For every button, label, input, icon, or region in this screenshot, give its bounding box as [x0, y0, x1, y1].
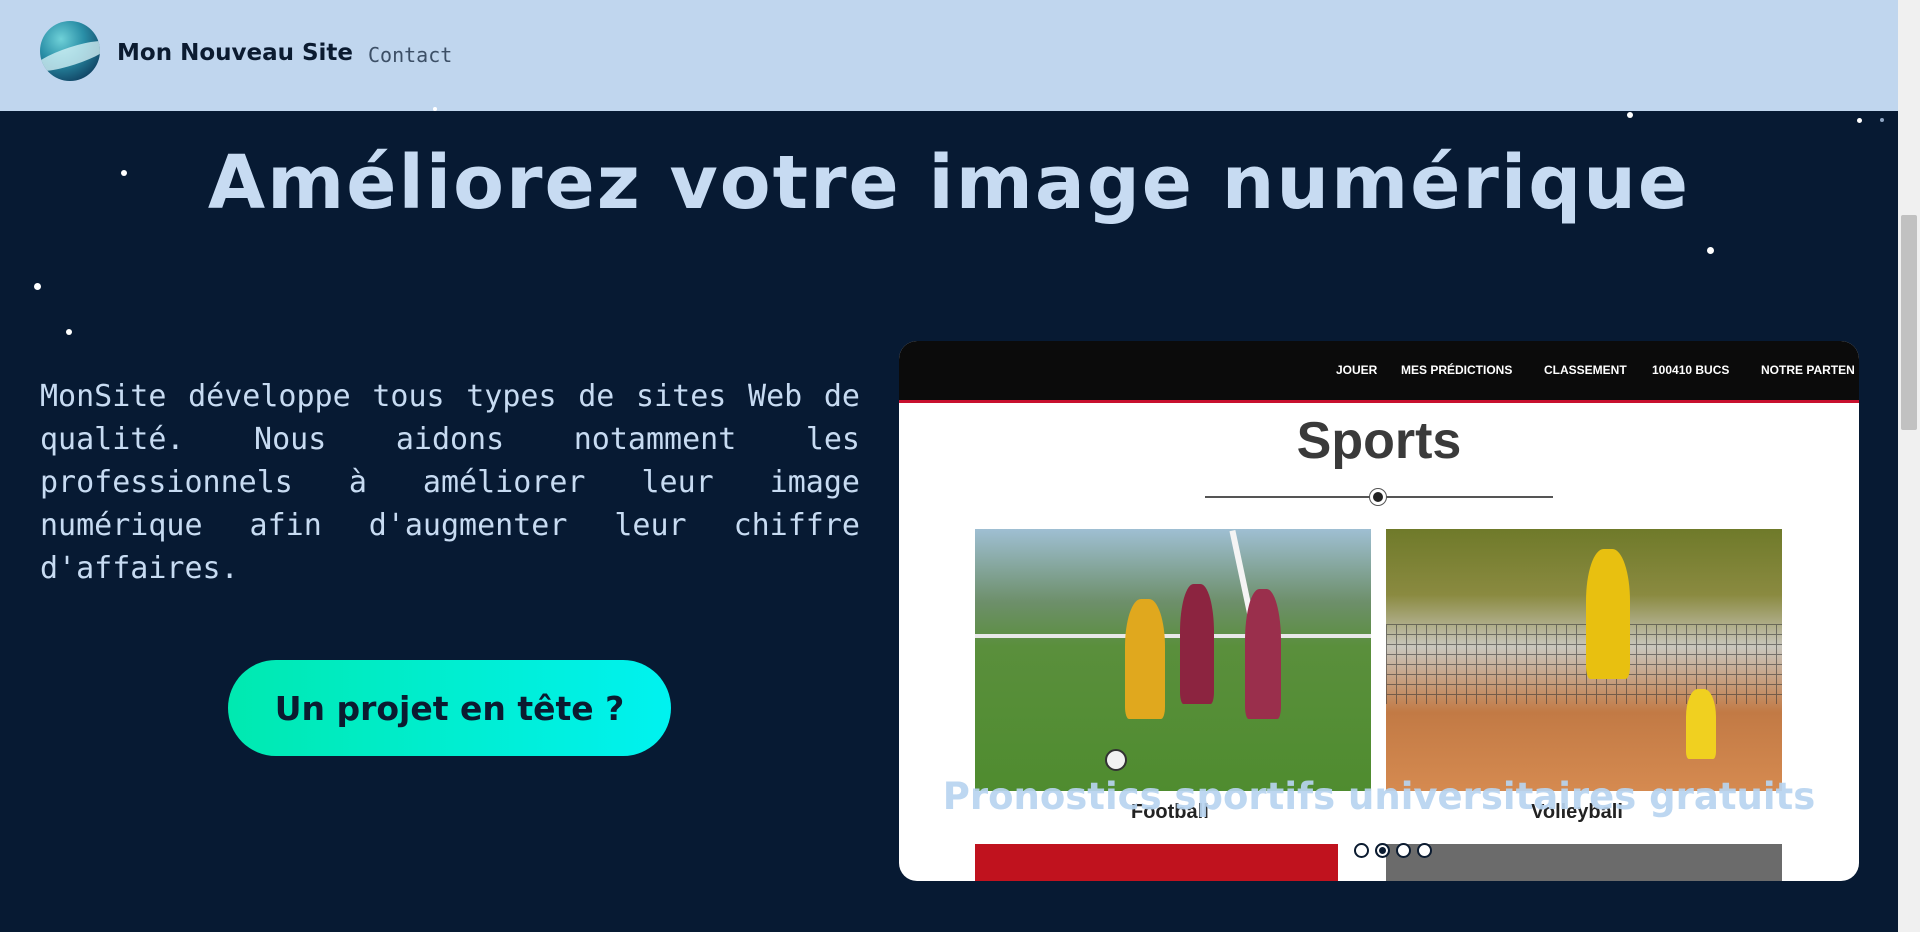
hero-title: Améliorez votre image numérique — [207, 140, 1691, 226]
divider-dot-icon — [1369, 488, 1387, 506]
volleyball-net — [1386, 624, 1782, 704]
page-scrollbar[interactable] — [1898, 0, 1920, 932]
star-decoration — [1857, 118, 1862, 123]
hero-description: MonSite développe tous types de sites We… — [40, 379, 860, 586]
carousel-dot-4[interactable] — [1417, 843, 1432, 858]
preview-heading: Sports — [1296, 412, 1462, 470]
volleyball-photo — [1386, 529, 1782, 791]
star-decoration — [433, 107, 437, 111]
star-decoration — [1627, 112, 1633, 118]
scrollbar-thumb[interactable] — [1901, 215, 1917, 430]
star-decoration — [1880, 118, 1884, 122]
star-decoration — [66, 329, 72, 335]
portfolio-carousel[interactable]: JOUER MES PRÉDICTIONS CLASSEMENT 100410 … — [899, 341, 1859, 881]
carousel-caption: Pronostics sportifs universitaires gratu… — [942, 775, 1816, 818]
project-cta-button[interactable]: Un projet en tête ? — [228, 660, 671, 756]
brand-name[interactable]: Mon Nouveau Site — [117, 40, 353, 66]
carousel-dot-2[interactable] — [1375, 843, 1390, 858]
carousel-dot-1[interactable] — [1354, 843, 1369, 858]
site-header: Mon Nouveau Site Contact — [0, 0, 1898, 111]
football-photo — [975, 529, 1371, 791]
star-decoration — [34, 283, 41, 290]
nav-link-contact[interactable]: Contact — [368, 43, 452, 67]
preview-nav-item: 100410 BUCS — [1652, 363, 1730, 377]
carousel-dot-3[interactable] — [1396, 843, 1411, 858]
preview-photo — [975, 844, 1338, 881]
preview-nav-item: JOUER — [1336, 363, 1378, 377]
preview-photo — [1386, 844, 1782, 881]
globe-logo-icon[interactable] — [40, 21, 100, 81]
star-decoration — [1707, 247, 1714, 254]
preview-nav-item: CLASSEMENT — [1544, 363, 1627, 377]
carousel-indicators — [1354, 843, 1432, 858]
preview-nav-item: MES PRÉDICTIONS — [1401, 363, 1513, 377]
preview-nav-bar: JOUER MES PRÉDICTIONS CLASSEMENT 100410 … — [899, 341, 1859, 403]
preview-nav-item: NOTRE PARTEN — [1761, 363, 1855, 377]
